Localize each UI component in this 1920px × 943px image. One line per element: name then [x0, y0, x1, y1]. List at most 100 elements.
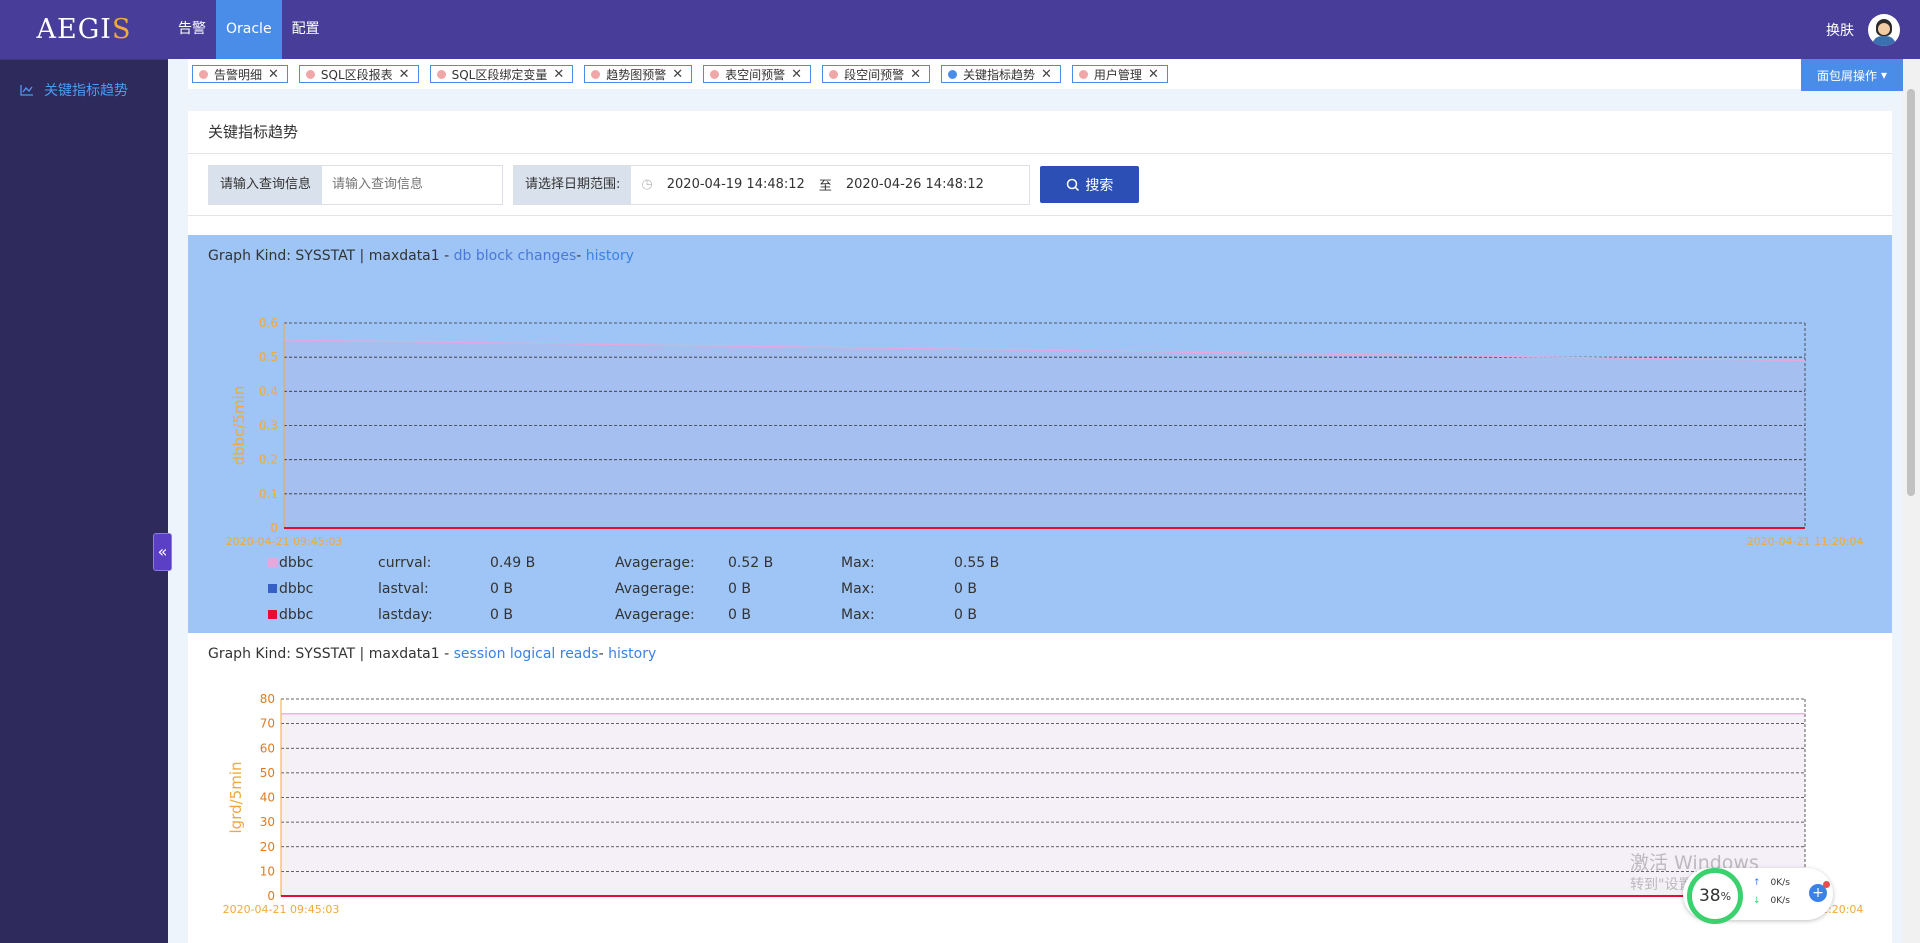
- logo-text-accent: S: [111, 14, 132, 45]
- tab-segment-alert[interactable]: 段空间预警 ✕: [822, 65, 930, 83]
- tab-user-management[interactable]: 用户管理 ✕: [1071, 65, 1168, 83]
- date-start: 2020-04-19 14:48:12: [666, 177, 805, 192]
- legend-key: currval:: [378, 555, 432, 571]
- scrollbar-thumb[interactable]: [1907, 89, 1915, 496]
- legend-swatch: [268, 584, 277, 593]
- tab-key-metrics[interactable]: 关键指标趋势 ✕: [941, 65, 1061, 83]
- legend-series: dbbc: [268, 607, 378, 623]
- tab-status-dot: [829, 69, 839, 79]
- legend-name: dbbc: [279, 581, 314, 597]
- app-logo[interactable]: AEGI S: [0, 0, 168, 59]
- series-area: [281, 713, 1805, 896]
- tab-label: 用户管理: [1093, 67, 1142, 82]
- legend-value: 0.49 B: [490, 555, 536, 571]
- legend-key: Avagerage:: [615, 607, 695, 623]
- clock-icon: ◷: [641, 177, 653, 192]
- tab-sql-bind-vars[interactable]: SQL区段绑定变量 ✕: [429, 65, 574, 83]
- legend-value: 0.55 B: [954, 555, 1000, 571]
- legend-row: dbbc lastday: 0 B Avagerage: 0 B Max: 0 …: [268, 602, 1034, 628]
- close-icon[interactable]: ✕: [672, 67, 683, 82]
- query-field: 请输入查询信息: [208, 164, 504, 205]
- y-tick-label: 0.4: [259, 384, 278, 398]
- tab-label: 趋势图预警: [606, 67, 667, 82]
- graph-session-logical-reads: 0 10 20 30 40 50 60 70 80 lgrd/5min 2020-04-21 09:…: [188, 633, 1892, 943]
- tab-sql-report[interactable]: SQL区段报表 ✕: [298, 65, 419, 83]
- y-tick-label: 30: [260, 815, 275, 829]
- history-link[interactable]: history: [608, 646, 656, 662]
- tab-tablespace-alert[interactable]: 表空间预警 ✕: [703, 65, 812, 83]
- y-tick-label: 0: [270, 521, 278, 535]
- close-icon[interactable]: ✕: [910, 67, 921, 82]
- legend-key: Max:: [841, 555, 875, 571]
- network-monitor-widget[interactable]: 38% 0K/s 0K/s +: [1683, 868, 1833, 924]
- page-scrollbar[interactable]: [1903, 59, 1920, 943]
- close-icon[interactable]: ✕: [553, 67, 564, 82]
- sidebar-item-label: 关键指标趋势: [44, 82, 128, 99]
- date-range-picker[interactable]: ◷ 2020-04-19 14:48:12 至 2020-04-26 14:48…: [631, 165, 1030, 204]
- avatar-body: [1872, 35, 1896, 46]
- date-range-label: 请选择日期范围:: [514, 165, 632, 204]
- graph-title: Graph Kind: SYSSTAT | maxdata1 - db bloc…: [208, 248, 634, 264]
- nav-item-oracle[interactable]: Oracle: [216, 0, 282, 59]
- y-tick-label: 20: [260, 840, 275, 854]
- plus-icon[interactable]: +: [1809, 881, 1830, 902]
- tab-label: SQL区段绑定变量: [451, 67, 548, 82]
- legend-key: Avagerage:: [615, 555, 695, 571]
- breadcrumb-actions-button[interactable]: 面包屑操作 ▾: [1801, 59, 1903, 91]
- tab-status-dot: [1078, 69, 1088, 79]
- page-title: 关键指标趋势: [188, 111, 1892, 154]
- close-icon[interactable]: ✕: [1148, 67, 1159, 82]
- legend-swatch: [268, 610, 277, 619]
- legend-row: dbbc lastval: 0 B Avagerage: 0 B Max: 0 …: [268, 576, 1034, 602]
- tab-status-dot: [305, 69, 315, 79]
- legend-row: dbbc currval: 0.49 B Avagerage: 0.52 B M…: [268, 550, 1034, 576]
- metric-link[interactable]: db block changes: [454, 248, 577, 264]
- graph-title-dash: -: [598, 646, 609, 662]
- query-input[interactable]: [322, 165, 503, 204]
- tab-trend-alert[interactable]: 趋势图预警 ✕: [584, 65, 693, 83]
- line-chart-icon: [20, 84, 33, 96]
- y-tick-label: 0: [267, 889, 275, 903]
- y-tick-label: 50: [260, 766, 275, 780]
- tab-label: 关键指标趋势: [963, 67, 1036, 82]
- history-link[interactable]: history: [586, 248, 634, 264]
- tab-alert-detail[interactable]: 告警明细 ✕: [192, 65, 288, 83]
- close-icon[interactable]: ✕: [1041, 67, 1052, 82]
- y-tick-label: 0.6: [259, 316, 278, 330]
- search-bar: 请输入查询信息 请选择日期范围: ◷ 2020-04-19 14:48:12 至…: [188, 154, 1892, 216]
- upload-speed: 0K/s: [1753, 878, 1790, 888]
- graph-title: Graph Kind: SYSSTAT | maxdata1 - session…: [208, 646, 656, 662]
- y-tick-label: 0.1: [259, 487, 278, 501]
- caret-down-icon: ▾: [1880, 68, 1888, 82]
- tab-status-dot: [436, 69, 446, 79]
- close-icon[interactable]: ✕: [399, 67, 410, 82]
- legend-name: dbbc: [279, 555, 314, 571]
- graph-kind-text: Graph Kind: SYSSTAT | maxdata1 -: [208, 646, 454, 662]
- sidebar-collapse-button[interactable]: «: [153, 533, 172, 571]
- legend-series: dbbc: [268, 555, 378, 571]
- graph-kind-text: Graph Kind: SYSSTAT | maxdata1 -: [208, 248, 454, 264]
- logo-text: AEGI: [36, 14, 112, 45]
- close-icon[interactable]: ✕: [268, 67, 279, 82]
- memory-usage-value: 38: [1698, 886, 1721, 906]
- metric-link[interactable]: session logical reads: [454, 646, 599, 662]
- x-tick-label: 2020-04-21 09:45:03: [223, 903, 340, 916]
- chart-db-block-changes: 0 0.1 0.2 0.3 0.4 0.5 0.6 dbbc/5min 2020-04-21 0…: [226, 316, 1864, 548]
- legend-key: Max:: [841, 581, 875, 597]
- user-avatar[interactable]: [1868, 13, 1900, 46]
- main-panel: 关键指标趋势 请输入查询信息 请选择日期范围: ◷ 2020-04-19 14:…: [188, 111, 1892, 943]
- skin-switch-link[interactable]: 换肤: [1826, 20, 1854, 40]
- legend-value: 0 B: [490, 581, 513, 597]
- sidebar-item-key-metrics[interactable]: 关键指标趋势: [0, 59, 168, 119]
- close-icon[interactable]: ✕: [791, 67, 802, 82]
- y-tick-label: 0.3: [259, 419, 278, 433]
- nav-item-config[interactable]: 配置: [282, 0, 330, 59]
- nav-item-alerts[interactable]: 告警: [168, 0, 216, 59]
- legend-key: lastday:: [378, 607, 433, 623]
- legend-key: lastval:: [378, 581, 429, 597]
- top-right-tools: 换肤: [1826, 0, 1900, 59]
- query-label: 请输入查询信息: [209, 165, 323, 204]
- tab-label: SQL区段报表: [320, 67, 393, 82]
- search-button[interactable]: 搜索: [1040, 166, 1140, 203]
- graph-db-block-changes: 0 0.1 0.2 0.3 0.4 0.5 0.6 dbbc/5min 2020-04-21 0…: [188, 235, 1892, 633]
